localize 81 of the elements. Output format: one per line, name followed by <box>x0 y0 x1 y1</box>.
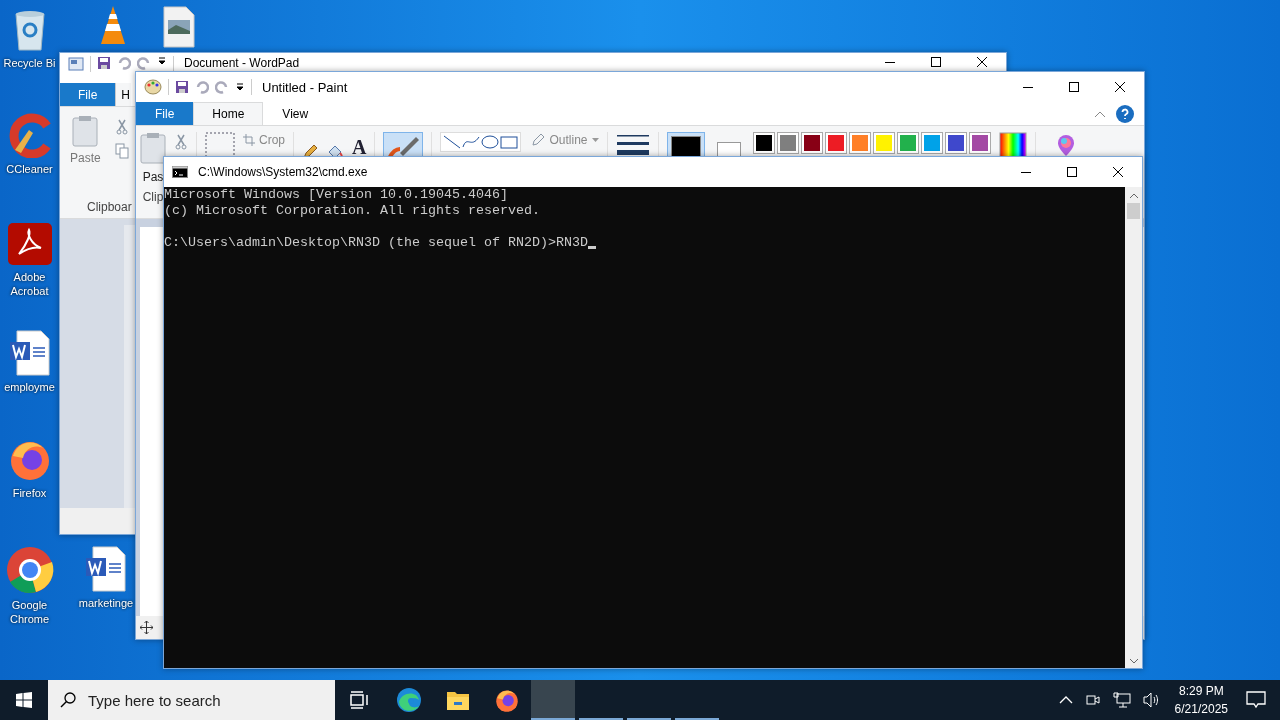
camera-icon[interactable] <box>1084 692 1101 708</box>
ribbon-tab[interactable]: File <box>136 102 194 125</box>
windows-logo-icon <box>16 692 32 708</box>
console-output-line: (c) Microsoft Corporation. All rights reserved. <box>164 203 541 219</box>
clock-time: 8:29 PM <box>1178 683 1224 700</box>
paste-label[interactable]: Pas <box>142 170 164 184</box>
maximize-icon[interactable] <box>1068 81 1080 93</box>
ribbon-tab[interactable]: Home <box>193 102 264 125</box>
folder-icon[interactable] <box>445 689 470 711</box>
scissors-icon[interactable] <box>114 119 129 135</box>
ribbon-tab[interactable]: H <box>115 83 132 106</box>
clock-date: 6/21/2025 <box>1174 701 1228 718</box>
console-output-line: Microsoft Windows [Version 10.0.19045.4046] <box>164 187 509 203</box>
network-icon[interactable] <box>1112 692 1131 708</box>
chevron-up-icon[interactable] <box>1058 696 1073 704</box>
crop-icon <box>243 134 255 146</box>
clipboard-icon[interactable] <box>140 132 166 164</box>
firefox-icon[interactable] <box>493 687 520 713</box>
edge-browser-icon[interactable] <box>395 687 422 713</box>
console-prompt: C:\Users\admin\Desktop\RN3D (the sequel of RN2D)> <box>164 235 556 251</box>
close-icon[interactable] <box>976 56 988 68</box>
scroll-thumb[interactable] <box>1127 203 1140 219</box>
image-file-icon[interactable] <box>162 6 196 48</box>
scrollbar[interactable] <box>1125 187 1142 668</box>
pdf-app-icon[interactable] <box>6 222 53 266</box>
line-size-icon[interactable] <box>615 132 650 156</box>
close-icon[interactable] <box>1114 81 1126 93</box>
dropdown-icon[interactable] <box>157 56 167 66</box>
curve-shape-icon[interactable] <box>462 135 481 149</box>
icon-label: CCleaner <box>6 162 53 176</box>
line-shape-icon[interactable] <box>443 135 462 149</box>
redo-icon[interactable] <box>137 56 151 70</box>
maximize-icon[interactable] <box>930 56 942 68</box>
icon-label: Firefox <box>12 486 47 500</box>
palette-icon[interactable] <box>144 79 162 95</box>
group-label: Clip <box>142 190 164 204</box>
window-title: Document - WordPad <box>184 56 300 70</box>
search-icon <box>60 692 76 708</box>
brushes-button[interactable] <box>383 132 424 158</box>
move-icon <box>140 621 153 634</box>
window-title: Untitled - Paint <box>262 79 348 95</box>
scroll-up-icon[interactable] <box>1128 193 1139 199</box>
console-icon[interactable] <box>172 166 188 178</box>
scissors-icon[interactable] <box>174 134 188 150</box>
shapes-gallery[interactable] <box>440 132 522 152</box>
chrome-icon[interactable] <box>5 546 54 594</box>
paste-label[interactable]: Paste <box>70 151 101 165</box>
text-tool[interactable]: A <box>352 136 367 159</box>
console-input[interactable]: RN3D <box>555 235 588 251</box>
dropdown-icon[interactable] <box>235 82 245 92</box>
text-cursor <box>587 246 596 249</box>
icon-label: marketinge <box>78 596 134 610</box>
search-field[interactable]: Type here to search <box>48 680 335 720</box>
icon-label: Recycle Bi <box>3 56 56 70</box>
save-icon[interactable] <box>97 56 111 70</box>
close-icon[interactable] <box>1112 166 1124 178</box>
edit-colors-icon[interactable] <box>998 132 1027 158</box>
clock[interactable]: 8:29 PM 6/21/2025 <box>1174 682 1228 718</box>
help-icon[interactable] <box>1116 104 1134 123</box>
oval-shape-icon[interactable] <box>481 135 500 149</box>
icon-label: Google Chrome <box>8 598 51 626</box>
window-title: C:\Windows\System32\cmd.exe <box>198 165 368 179</box>
wordpad-app-icon[interactable] <box>68 56 84 72</box>
taskbar-app-button[interactable] <box>531 680 575 720</box>
speaker-icon[interactable] <box>1142 692 1161 708</box>
word-document-icon[interactable] <box>85 546 127 592</box>
icon-label: employme <box>4 380 55 394</box>
task-view-icon[interactable] <box>349 691 370 709</box>
caret-icon <box>591 137 599 143</box>
notifications-icon[interactable] <box>1246 691 1266 709</box>
save-icon[interactable] <box>175 80 189 94</box>
group-label: Clipboar <box>87 200 132 214</box>
ribbon-tab[interactable]: File <box>60 83 116 106</box>
brush-icon <box>386 135 421 157</box>
clipboard-icon[interactable] <box>72 115 99 147</box>
maximize-icon[interactable] <box>1066 166 1078 178</box>
icon-label: Adobe Acrobat <box>9 270 50 298</box>
scroll-down-icon[interactable] <box>1128 658 1139 664</box>
pencil-icon <box>531 133 546 147</box>
collapse-ribbon-icon[interactable] <box>1094 109 1106 118</box>
word-document-icon[interactable] <box>8 330 51 376</box>
